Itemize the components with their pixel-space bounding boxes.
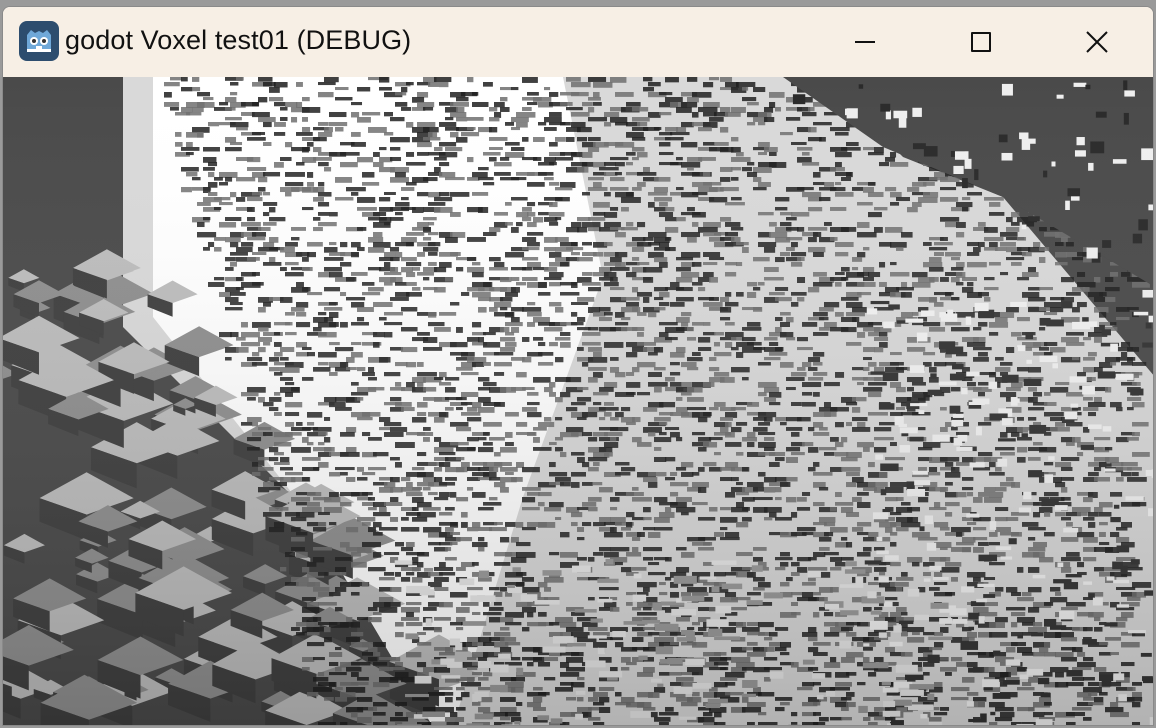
close-button[interactable] [1039, 7, 1153, 77]
maximize-button[interactable] [923, 7, 1039, 77]
game-window: godot Voxel test01 (DEBUG) [2, 6, 1154, 726]
godot-icon [19, 21, 59, 61]
title-bar[interactable]: godot Voxel test01 (DEBUG) [3, 7, 1153, 77]
window-title: godot Voxel test01 (DEBUG) [65, 25, 412, 55]
minimize-icon [855, 41, 875, 43]
game-viewport[interactable] [3, 77, 1153, 725]
maximize-icon [971, 32, 991, 52]
voxel-terrain-3d-view [3, 77, 1153, 725]
close-icon [1086, 31, 1108, 53]
minimize-button[interactable] [807, 7, 923, 77]
